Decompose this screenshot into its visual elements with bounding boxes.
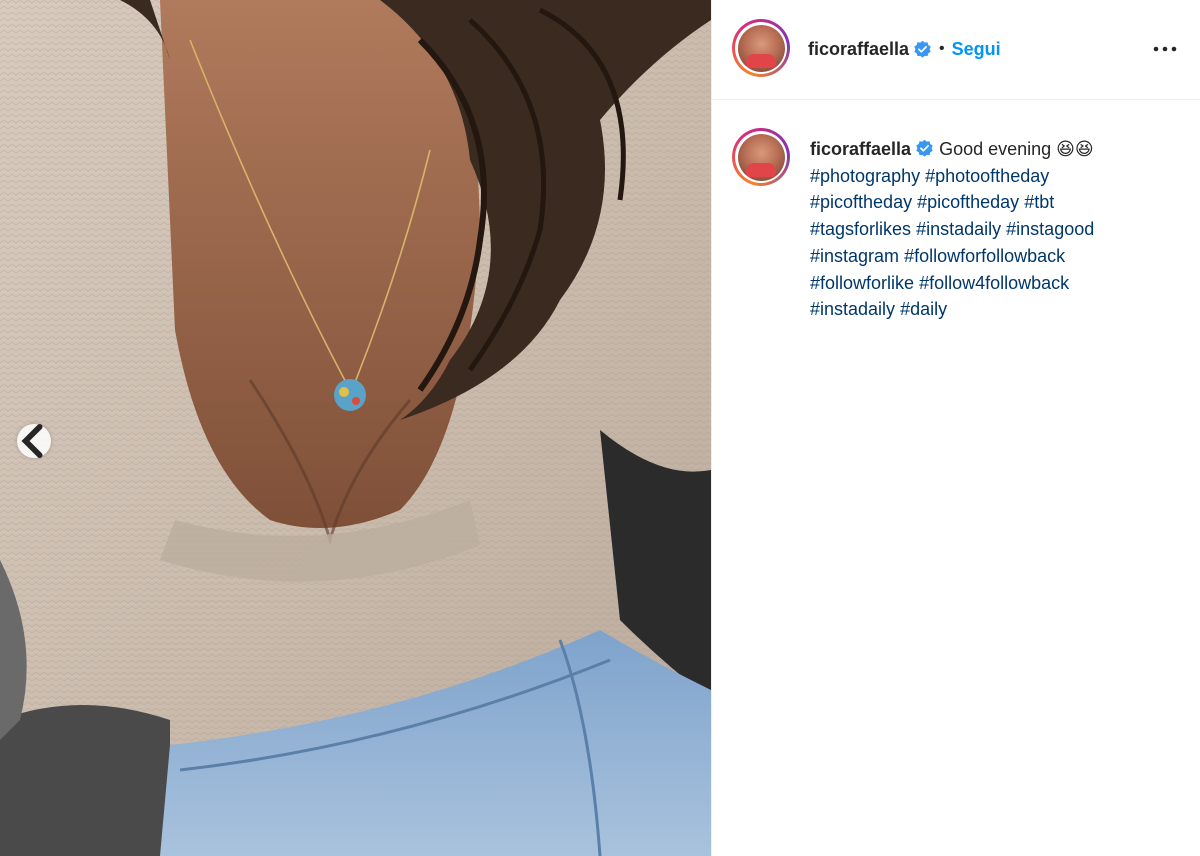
hashtag-link[interactable]: #tagsforlikes (810, 219, 911, 239)
follow-button[interactable]: Segui (952, 39, 1001, 60)
post-header: ficoraffaella • Segui (712, 0, 1200, 100)
hashtag-link[interactable]: #photooftheday (925, 166, 1049, 186)
hashtag-link[interactable]: #daily (900, 299, 947, 319)
hashtag-link[interactable]: #instagram (810, 246, 899, 266)
hashtag-link[interactable]: #followforfollowback (904, 246, 1065, 266)
separator-dot: • (939, 40, 945, 57)
hashtag-link[interactable]: #picoftheday (810, 192, 912, 212)
hashtag-link[interactable]: #instadaily (810, 299, 895, 319)
more-options-button[interactable] (1150, 36, 1180, 62)
post-photo (0, 0, 711, 856)
caption-username[interactable]: ficoraffaella (810, 139, 911, 159)
more-options-icon (1153, 46, 1177, 52)
hashtag-link[interactable]: #picoftheday (917, 192, 1019, 212)
caption-author-avatar[interactable] (732, 128, 790, 186)
carousel-prev-button[interactable] (17, 424, 51, 458)
hashtag-link[interactable]: #follow4followback (919, 273, 1069, 293)
hashtag-link[interactable]: #tbt (1024, 192, 1054, 212)
hashtag-link[interactable]: #instadaily (916, 219, 1001, 239)
hashtag-link[interactable]: #photography (810, 166, 920, 186)
author-avatar[interactable] (732, 19, 790, 77)
post-caption: ficoraffaella Good evening 😆😆 #photograp… (810, 136, 1180, 323)
author-username[interactable]: ficoraffaella (808, 39, 909, 60)
post-side-panel: ficoraffaella • Segui ficoraffaella Good… (712, 0, 1200, 856)
hashtag-link[interactable]: #instagood (1006, 219, 1094, 239)
verified-badge-icon (916, 139, 933, 157)
caption-text: Good evening 😆😆 (939, 139, 1094, 159)
chevron-left-icon (21, 424, 43, 458)
verified-badge-icon (914, 40, 931, 58)
post-image[interactable] (0, 0, 711, 856)
hashtag-link[interactable]: #followforlike (810, 273, 914, 293)
